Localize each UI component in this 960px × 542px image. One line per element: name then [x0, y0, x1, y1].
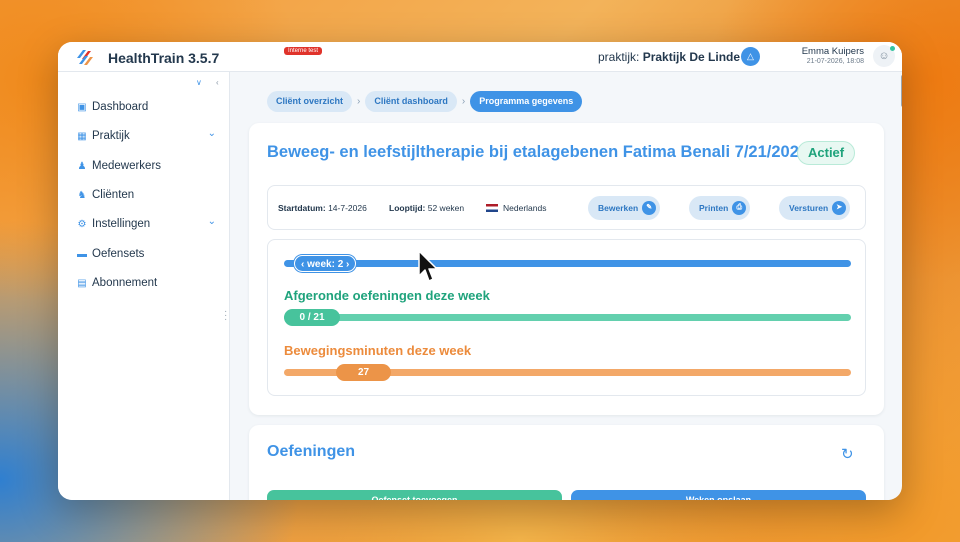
users-icon: ♟ [77, 160, 87, 172]
week-selector[interactable]: ‹ week: 2 › [294, 255, 357, 272]
add-exerciseset-button[interactable]: Oefenset toevoegen [267, 490, 562, 500]
breadcrumb-program-data[interactable]: Programma gegevens [470, 91, 583, 112]
pencil-icon: ✎ [642, 201, 657, 215]
print-button[interactable]: Printen ⎙ [689, 196, 751, 220]
start-date-label: Startdatum: [278, 203, 326, 213]
save-weeks-button[interactable]: Weken opslaan [571, 490, 866, 500]
sidebar-item-oefensets[interactable]: ▬ Oefensets [76, 245, 216, 263]
edit-button-label: Bewerken [598, 203, 639, 213]
sidebar-resize-handle[interactable]: · · · [224, 307, 227, 325]
send-button-label: Versturen [789, 203, 829, 213]
progress-panel: ‹ week: 2 › Afgeronde oefeningen deze we… [267, 239, 866, 396]
sidebar: ∨ ‹ ▣ Dashboard ▦ Praktijk ⌄ ♟ Medewerke… [58, 72, 230, 500]
minutes-progress-value: 27 [336, 364, 391, 381]
practice-label: praktijk: [598, 50, 640, 64]
sidebar-item-clienten[interactable]: ♞ Cliënten [76, 186, 216, 204]
collapse-sidebar-icon[interactable]: ‹ [216, 78, 219, 87]
refresh-icon[interactable]: ↻ [841, 445, 854, 463]
sidebar-item-medewerkers[interactable]: ♟ Medewerkers [76, 157, 216, 175]
breadcrumb-client-overview[interactable]: Cliënt overzicht [267, 91, 353, 112]
print-button-label: Printen [699, 203, 729, 213]
folder-icon: ▬ [77, 248, 87, 260]
sidebar-item-label: Praktijk [92, 130, 130, 142]
chevron-left-icon[interactable]: ‹ [301, 259, 304, 270]
main-content: Cliënt overzicht › Cliënt dashboard › Pr… [231, 72, 902, 500]
user-name: Emma Kuipers [801, 46, 864, 57]
sidebar-item-dashboard[interactable]: ▣ Dashboard [76, 98, 216, 116]
page-title: Beweeg- en leefstijltherapie bij etalage… [267, 143, 809, 161]
collapse-all-icon[interactable]: ∨ [196, 78, 202, 87]
exercises-progress-title: Afgeronde oefeningen deze week [284, 288, 490, 303]
status-badge: Actief [797, 141, 856, 165]
scrollbar[interactable] [901, 75, 902, 107]
practice-switch-icon[interactable]: △ [741, 47, 760, 66]
chevron-right-icon[interactable]: › [346, 259, 349, 270]
program-card: Beweeg- en leefstijltherapie bij etalage… [249, 123, 884, 415]
chevron-right-icon: › [357, 96, 361, 107]
program-info: Startdatum: 14-7-2026 Looptijd: 52 weken… [267, 185, 866, 230]
practice-name: Praktijk De Linde [642, 50, 741, 64]
send-button[interactable]: Versturen ➤ [779, 196, 851, 220]
dashboard-icon: ▣ [77, 101, 87, 113]
duration: Looptijd: 52 weken [389, 203, 464, 213]
exercises-card: Oefeningen ↻ Oefenset toevoegen Weken op… [249, 425, 884, 500]
app-window: HealthTrain 3.5.7 Interne test praktijk:… [58, 42, 902, 500]
sidebar-item-praktijk[interactable]: ▦ Praktijk ⌄ [76, 127, 216, 145]
start-date-value: 14-7-2026 [328, 203, 367, 213]
start-date: Startdatum: 14-7-2026 [278, 203, 367, 213]
exercises-title: Oefeningen [267, 443, 356, 460]
chevron-down-icon: ⌄ [207, 216, 216, 227]
exercises-progress-bar [284, 314, 851, 321]
duration-value: 52 weken [427, 203, 465, 213]
mouse-pointer-icon [418, 250, 438, 282]
sidebar-item-label: Dashboard [92, 101, 149, 113]
breadcrumb: Cliënt overzicht › Cliënt dashboard › Pr… [267, 91, 583, 112]
printer-icon: ⎙ [732, 201, 747, 215]
send-icon: ➤ [832, 201, 847, 215]
app-name: HealthTrain 3.5.7 [108, 50, 220, 66]
clients-icon: ♞ [77, 189, 87, 201]
sidebar-item-label: Medewerkers [92, 160, 162, 172]
week-slider-track[interactable] [284, 260, 851, 267]
dutch-flag-icon [486, 204, 498, 212]
chevron-down-icon: ⌄ [207, 128, 216, 139]
online-status-dot [890, 46, 895, 51]
breadcrumb-client-dashboard[interactable]: Cliënt dashboard [365, 91, 457, 112]
sidebar-item-label: Abonnement [92, 277, 158, 289]
card-icon: ▤ [77, 277, 87, 289]
sidebar-item-label: Cliënten [92, 189, 135, 201]
edit-button[interactable]: Bewerken ✎ [588, 196, 661, 220]
sidebar-item-label: Oefensets [92, 248, 145, 260]
environment-badge: Interne test [284, 47, 323, 55]
chevron-right-icon: › [461, 96, 466, 107]
practice-selector[interactable]: praktijk: Praktijk De Linde [598, 50, 740, 64]
sidebar-item-label: Instellingen [92, 218, 151, 230]
healthtrain-logo [77, 50, 93, 65]
week-label: week: 2 [307, 259, 344, 270]
sidebar-item-abonnement[interactable]: ▤ Abonnement [76, 274, 216, 292]
user-datetime: 21-07-2026, 18:08 [806, 58, 864, 65]
top-header: HealthTrain 3.5.7 Interne test praktijk:… [58, 42, 902, 72]
minutes-progress-title: Bewegingsminuten deze week [284, 343, 472, 358]
language: Nederlands [486, 203, 546, 213]
duration-label: Looptijd: [389, 203, 426, 213]
language-value: Nederlands [503, 203, 547, 213]
sidebar-item-instellingen[interactable]: ⚙ Instellingen ⌄ [76, 215, 216, 233]
gear-icon: ⚙ [77, 218, 87, 230]
exercises-progress-value: 0 / 21 [284, 309, 340, 326]
store-icon: ▦ [77, 130, 87, 142]
